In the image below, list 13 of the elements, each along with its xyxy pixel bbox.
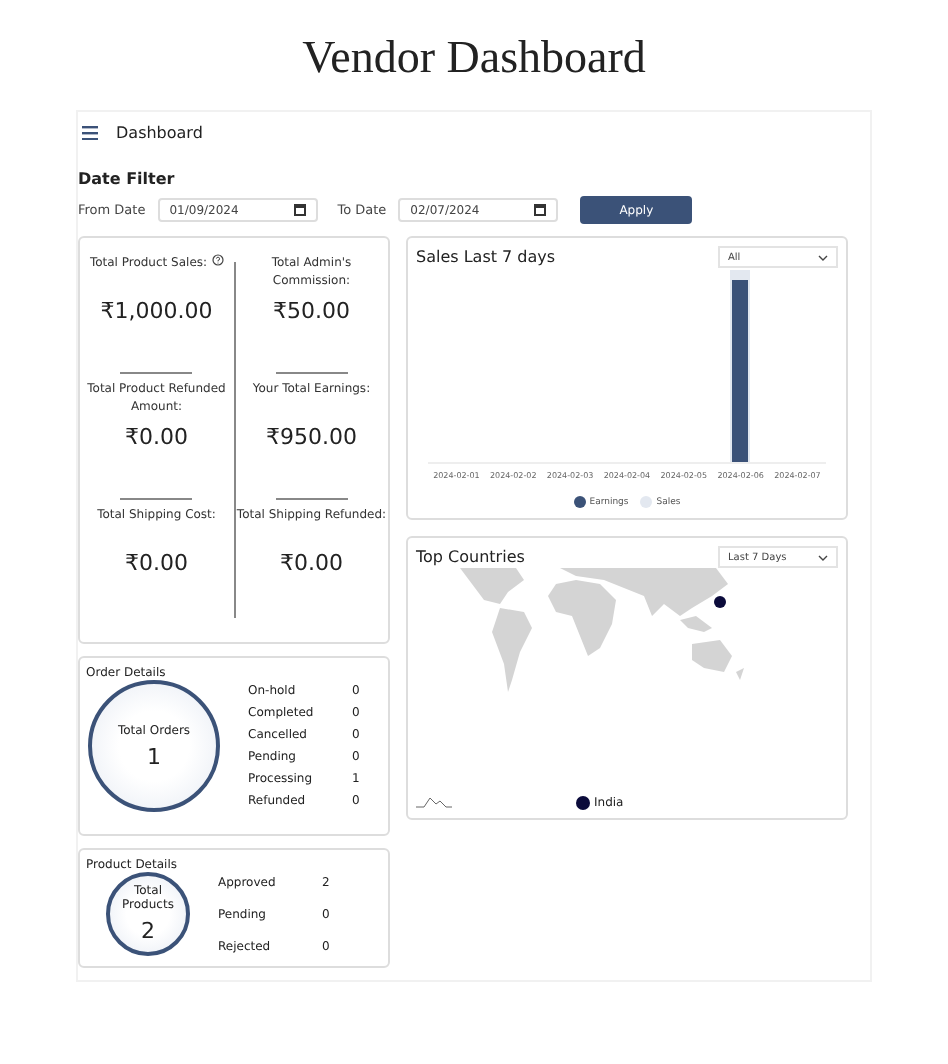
stat-value: ₹0.00 [125,550,188,576]
chart-title: Top Countries [416,548,525,566]
stat-value: ₹0.00 [279,550,343,576]
stat-value: ₹1,000.00 [100,298,213,324]
stat-value: ₹0.00 [125,424,188,450]
filter-title: Date Filter [78,170,177,188]
header-title: Dashboard [116,123,203,141]
chart-title: Sales Last 7 days [416,248,556,266]
circle-value: 1 [147,743,161,769]
circle-value: 2 [141,918,155,944]
page-title: Vendor Dashboard [302,32,646,84]
stat-value: ₹50.00 [273,298,350,324]
stat-value: ₹950.00 [265,424,357,450]
